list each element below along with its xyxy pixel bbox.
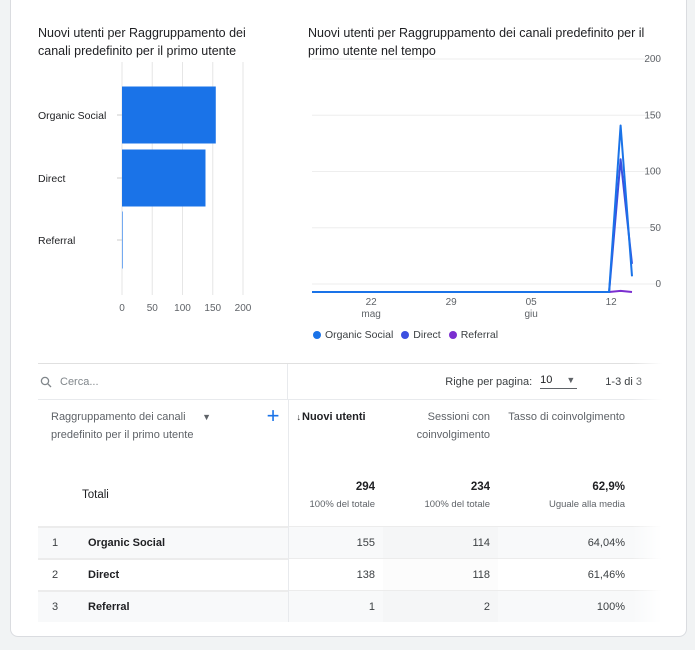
- spacer-cell: [633, 558, 662, 591]
- column-header-spacer: [633, 400, 662, 464]
- y-tick-label: 0: [655, 279, 661, 290]
- pagination: Righe per pagina: 10 ▼ 1-3 di 3: [288, 374, 662, 389]
- y-tick-label: 50: [650, 223, 662, 234]
- dimension-dropdown-icon[interactable]: ▼: [202, 408, 211, 444]
- series-line-direct: [312, 158, 633, 293]
- legend-dot-icon: [448, 331, 457, 339]
- series-line-organic-social: [312, 124, 633, 293]
- dimension-cell: 3 Referral: [38, 590, 289, 622]
- row-name: Organic Social: [80, 527, 288, 558]
- cell-engagement-rate: 100%: [498, 590, 633, 622]
- add-dimension-icon[interactable]: +: [267, 405, 280, 427]
- x-tick-label: 29: [446, 297, 458, 308]
- search-placeholder: Cerca...: [60, 375, 99, 388]
- table-header-row: Raggruppamento dei canali predefinito pe…: [38, 400, 662, 464]
- totals-subtext: Uguale alla media: [548, 498, 625, 510]
- totals-label: Totali: [38, 464, 289, 527]
- row-index: 3: [38, 591, 80, 622]
- totals-value: 294: [355, 480, 375, 493]
- x-tick-month-label: giu: [524, 309, 537, 320]
- data-table: Cerca... Righe per pagina: 10 ▼ 1-3 di 3: [38, 363, 662, 622]
- column-header-label: Sessioni con coinvolgimento: [416, 411, 490, 441]
- cell-engaged-sessions: 114: [383, 526, 498, 559]
- y-tick-label: 150: [644, 110, 661, 121]
- column-header-label: Nuovi utenti: [302, 411, 366, 423]
- row-index: 2: [38, 559, 80, 590]
- legend-label: Referral: [460, 329, 499, 341]
- search-input[interactable]: Cerca...: [38, 364, 288, 399]
- line-chart: 0 50 100 150 200 22mag 29 05giu 12: [312, 54, 662, 320]
- x-tick-label: 12: [606, 297, 618, 308]
- spacer-cell: [633, 464, 662, 527]
- table-toolbar: Cerca... Righe per pagina: 10 ▼ 1-3 di 3: [38, 363, 662, 400]
- legend-label: Organic Social: [325, 329, 394, 341]
- metrics-table: Raggruppamento dei canali predefinito pe…: [38, 400, 662, 622]
- x-tick-month-label: mag: [361, 309, 380, 320]
- search-icon: [40, 376, 52, 387]
- cell-new-users: 155: [288, 526, 383, 559]
- x-tick-label: 22: [366, 297, 378, 308]
- table-row[interactable]: 1 Organic Social 155 114 64,04%: [38, 526, 662, 559]
- column-header-engaged-sessions[interactable]: Sessioni con coinvolgimento: [383, 400, 498, 464]
- cell-engaged-sessions: 118: [383, 558, 498, 591]
- column-header-label: Tasso di coinvolgimento: [508, 411, 625, 423]
- y-tick-label: 200: [644, 54, 661, 65]
- dropdown-arrow-icon: ▼: [566, 375, 576, 385]
- x-tick-label: 05: [526, 297, 538, 308]
- legend-item[interactable]: Direct: [401, 329, 441, 341]
- totals-cell: 62,9% Uguale alla media: [498, 464, 633, 527]
- rows-per-page-value: 10: [540, 374, 553, 386]
- table-row[interactable]: 2 Direct 138 118 61,46%: [38, 558, 662, 591]
- report-card: Nuovi utenti per Raggruppamento dei cana…: [10, 0, 687, 637]
- totals-value: 234: [470, 480, 490, 493]
- legend-dot-icon: [313, 331, 321, 339]
- rows-per-page-label: Righe per pagina:: [445, 375, 533, 388]
- totals-subtext: 100% del totale: [424, 498, 491, 510]
- row-index: 1: [38, 527, 80, 558]
- row-name: Direct: [80, 559, 288, 590]
- cell-engaged-sessions: 2: [383, 590, 498, 622]
- legend-label: Direct: [413, 329, 441, 341]
- cell-engagement-rate: 61,46%: [498, 558, 633, 591]
- totals-row: Totali 294 100% del totale 234 100% del to…: [38, 464, 662, 527]
- column-header-engagement-rate[interactable]: Tasso di coinvolgimento: [498, 400, 633, 464]
- legend-dot-icon: [401, 331, 410, 339]
- spacer-cell: [633, 590, 662, 622]
- dimension-header[interactable]: Raggruppamento dei canali predefinito pe…: [38, 400, 289, 464]
- totals-cell: 294 100% del totale: [288, 464, 383, 527]
- pagination-range: 1-3 di 3: [605, 375, 642, 388]
- totals-cell: 234 100% del totale: [383, 464, 498, 527]
- rows-per-page-select[interactable]: 10 ▼: [540, 374, 578, 389]
- row-name: Referral: [80, 591, 288, 622]
- dimension-header-label: Raggruppamento dei canali predefinito pe…: [51, 411, 194, 441]
- sort-descending-icon: ↓: [296, 412, 302, 422]
- line-chart-legend: Organic Social Direct Referral: [313, 329, 498, 341]
- dimension-cell: 1 Organic Social: [38, 526, 289, 559]
- cell-new-users: 138: [288, 558, 383, 591]
- cell-new-users: 1: [288, 590, 383, 622]
- dimension-cell: 2 Direct: [38, 558, 289, 591]
- totals-subtext: 100% del totale: [309, 498, 376, 510]
- column-header-new-users[interactable]: ↓Nuovi utenti: [288, 400, 383, 464]
- totals-value: 62,9%: [592, 480, 625, 493]
- cell-engagement-rate: 64,04%: [498, 526, 633, 559]
- spacer-cell: [633, 526, 662, 559]
- legend-item[interactable]: Referral: [448, 329, 499, 341]
- legend-item[interactable]: Organic Social: [313, 329, 393, 341]
- y-tick-label: 100: [644, 167, 661, 178]
- table-row[interactable]: 3 Referral 1 2 100%: [38, 590, 662, 622]
